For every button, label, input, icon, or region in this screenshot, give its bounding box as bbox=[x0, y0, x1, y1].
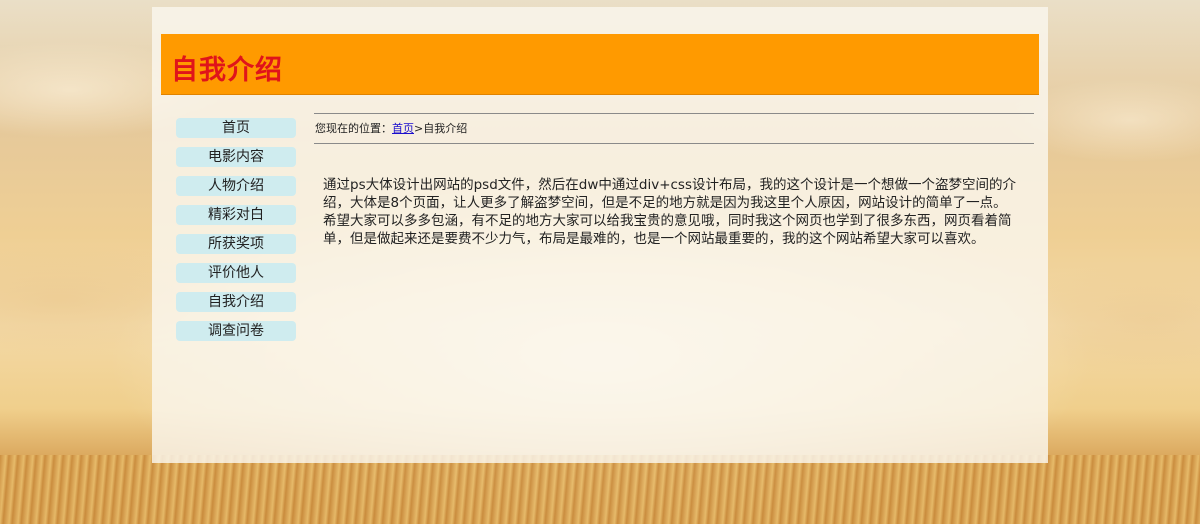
sidebar-item-survey[interactable]: 调查问卷 bbox=[176, 321, 296, 341]
sidebar-item-movie-content[interactable]: 电影内容 bbox=[176, 147, 296, 167]
sidebar-item-characters[interactable]: 人物介绍 bbox=[176, 176, 296, 196]
page-header: 自我介绍 bbox=[161, 34, 1039, 95]
sidebar-item-quotes[interactable]: 精彩对白 bbox=[176, 205, 296, 225]
sidebar-item-about-me[interactable]: 自我介绍 bbox=[176, 292, 296, 312]
article-paragraph: 通过ps大体设计出网站的psd文件，然后在dw中通过div+css设计布局，我的… bbox=[323, 177, 1016, 211]
article-body: 通过ps大体设计出网站的psd文件，然后在dw中通过div+css设计布局，我的… bbox=[314, 176, 1034, 248]
breadcrumb: 您现在的位置：首页>自我介绍 bbox=[314, 113, 1034, 144]
main-content: 您现在的位置：首页>自我介绍 通过ps大体设计出网站的psd文件，然后在dw中通… bbox=[314, 113, 1034, 248]
sidebar-nav: 首页 电影内容 人物介绍 精彩对白 所获奖项 评价他人 自我介绍 调查问卷 bbox=[176, 118, 296, 350]
sidebar-item-home[interactable]: 首页 bbox=[176, 118, 296, 138]
breadcrumb-separator: > bbox=[414, 122, 424, 135]
page-title: 自我介绍 bbox=[171, 55, 283, 86]
sidebar-item-awards[interactable]: 所获奖项 bbox=[176, 234, 296, 254]
article-paragraph: 希望大家可以多多包涵，有不足的地方大家可以给我宝贵的意见哦，同时我这个网页也学到… bbox=[323, 213, 1012, 247]
background-wheat-field bbox=[0, 455, 1200, 524]
breadcrumb-prefix: 您现在的位置： bbox=[315, 122, 392, 135]
sidebar-item-reviews[interactable]: 评价他人 bbox=[176, 263, 296, 283]
breadcrumb-current: 自我介绍 bbox=[423, 122, 468, 135]
page-container: 自我介绍 首页 电影内容 人物介绍 精彩对白 所获奖项 评价他人 自我介绍 调查… bbox=[152, 7, 1048, 463]
breadcrumb-home-link[interactable]: 首页 bbox=[392, 122, 414, 135]
